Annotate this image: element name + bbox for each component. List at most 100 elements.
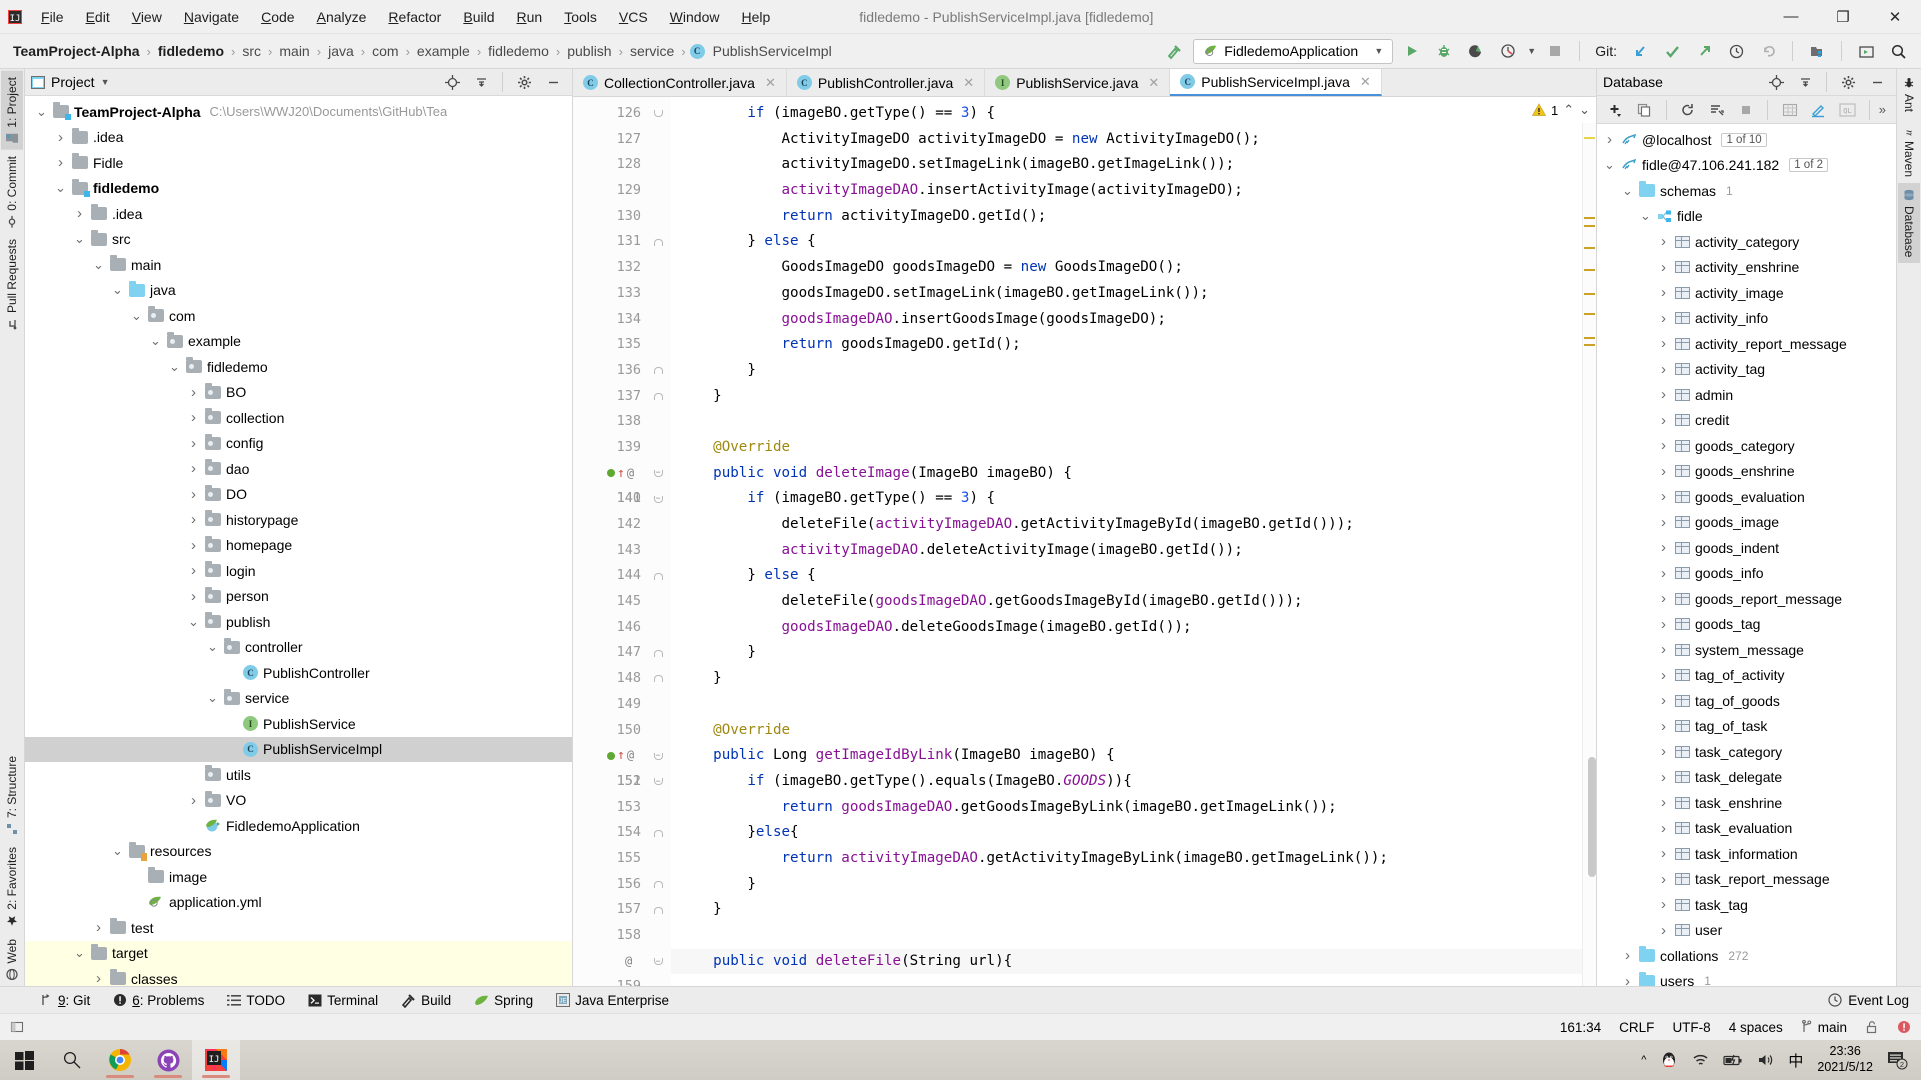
code-line[interactable]: if (imageBO.getType() == 3) { — [671, 486, 1582, 512]
menu-refactor[interactable]: Refactor — [377, 5, 452, 29]
qq-penguin-icon[interactable] — [1660, 1051, 1678, 1069]
fold-marker-slot[interactable] — [645, 384, 671, 410]
line-number[interactable]: 133 — [573, 281, 645, 307]
project-tree-item-application-yml[interactable]: application.yml — [25, 890, 572, 916]
git-update-button[interactable] — [1627, 38, 1653, 64]
bottom-tab-todo[interactable]: TODO — [217, 990, 295, 1011]
chevron-down-icon[interactable]: ⌄ — [206, 691, 219, 704]
fold-end-icon[interactable] — [653, 906, 663, 914]
project-tree-item-fidle[interactable]: › Fidle — [25, 150, 572, 176]
chevron-right-icon[interactable]: › — [1657, 514, 1670, 531]
menu-code[interactable]: Code — [250, 5, 305, 29]
sidebar-tab-web[interactable]: Web — [1, 933, 23, 986]
fold-marker-slot[interactable] — [645, 538, 671, 564]
menu-view[interactable]: View — [121, 5, 173, 29]
code-line[interactable]: public void deleteImage(ImageBO imageBO)… — [671, 461, 1582, 487]
database-tree-item-collations[interactable]: › collations 272 — [1597, 943, 1896, 969]
project-tree-item-example[interactable]: ⌄ example — [25, 329, 572, 355]
code-content[interactable]: if (imageBO.getType() == 3) { ActivityIm… — [671, 97, 1582, 986]
code-line[interactable]: goodsImageDO.setImageLink(imageBO.getIma… — [671, 281, 1582, 307]
annotation-gutter-icon[interactable]: @ — [627, 461, 634, 487]
chevron-down-icon[interactable]: ⌄ — [206, 640, 219, 653]
fold-marker-slot[interactable] — [645, 872, 671, 898]
fold-marker-slot[interactable] — [645, 795, 671, 821]
chevron-right-icon[interactable]: › — [1657, 437, 1670, 454]
database-tree-item-activity-enshrine[interactable]: › activity_enshrine — [1597, 255, 1896, 281]
gear-icon[interactable] — [511, 69, 537, 95]
line-number[interactable]: 146 — [573, 615, 645, 641]
git-branch-widget[interactable]: main — [1801, 1020, 1847, 1035]
search-taskbar-button[interactable] — [48, 1040, 96, 1080]
fold-marker-slot[interactable] — [645, 897, 671, 923]
menu-window[interactable]: Window — [659, 5, 731, 29]
git-commit-button[interactable] — [1659, 38, 1685, 64]
project-tree-item-publish[interactable]: ⌄ publish — [25, 609, 572, 635]
line-number[interactable]: 137 — [573, 384, 645, 410]
volume-icon[interactable] — [1757, 1053, 1774, 1067]
project-tree-item-com[interactable]: ⌄ com — [25, 303, 572, 329]
collapse-all-icon[interactable] — [1792, 69, 1818, 95]
indent-setting[interactable]: 4 spaces — [1729, 1020, 1783, 1035]
project-tree-item-utils[interactable]: utils — [25, 762, 572, 788]
taskbar-clock[interactable]: 23:36 2021/5/12 — [1817, 1044, 1873, 1075]
line-number[interactable]: 131 — [573, 229, 645, 255]
more-icon[interactable]: » — [1879, 102, 1890, 117]
code-line[interactable]: goodsImageDAO.deleteGoodsImage(imageBO.g… — [671, 615, 1582, 641]
chevron-right-icon[interactable]: › — [1657, 667, 1670, 684]
sidebar-tab-pull-requests[interactable]: Pull Requests — [1, 233, 23, 336]
line-number[interactable]: 158 — [573, 923, 645, 949]
menu-navigate[interactable]: Navigate — [173, 5, 250, 29]
fold-marker-slot[interactable] — [645, 332, 671, 358]
line-number[interactable]: 141 — [573, 486, 645, 512]
sync-icon[interactable] — [1705, 97, 1730, 123]
database-tree-item-task-report-message[interactable]: › task_report_message — [1597, 867, 1896, 893]
editor-tab-publishservice[interactable]: I PublishService.java ✕ — [985, 69, 1171, 96]
line-number[interactable]: 127 — [573, 127, 645, 153]
fold-marker-slot[interactable]: − — [645, 743, 671, 769]
fold-marker-slot[interactable] — [645, 229, 671, 255]
breadcrumb-item-service[interactable]: service — [627, 43, 677, 59]
chevron-right-icon[interactable]: › — [187, 792, 200, 809]
build-hammer-button[interactable] — [1161, 38, 1187, 64]
line-number[interactable]: 154 — [573, 820, 645, 846]
chevron-down-icon[interactable]: ⌄ — [130, 309, 143, 322]
refresh-icon[interactable] — [1676, 97, 1701, 123]
fold-end-icon[interactable] — [653, 392, 663, 400]
line-number[interactable]: 150 — [573, 718, 645, 744]
line-number-gutter[interactable]: 126 127 128 129 130 131 132 133 134 135 136 137 138 1… — [573, 97, 645, 986]
chevron-right-icon[interactable]: › — [187, 460, 200, 477]
database-tree-item-fidle-47-106-241-182[interactable]: ⌄ fidle@47.106.241.182 1 of 2 — [1597, 153, 1896, 179]
git-push-button[interactable] — [1691, 38, 1717, 64]
project-tree-item-src[interactable]: ⌄ src — [25, 227, 572, 253]
code-line[interactable]: return activityImageDAO.getActivityImage… — [671, 846, 1582, 872]
database-tree-item-task-enshrine[interactable]: › task_enshrine — [1597, 790, 1896, 816]
fold-marker-slot[interactable] — [645, 281, 671, 307]
chevron-right-icon[interactable]: › — [1603, 131, 1616, 148]
bottom-tab-6-problems[interactable]: 6: Problems — [103, 990, 214, 1011]
fold-collapse-icon[interactable]: − — [653, 776, 663, 786]
chevron-down-icon[interactable]: ⌄ — [187, 615, 200, 628]
code-line[interactable]: } — [671, 358, 1582, 384]
database-tree-item-fidle[interactable]: ⌄ fidle — [1597, 204, 1896, 230]
database-tree-item-task-tag[interactable]: › task_tag — [1597, 892, 1896, 918]
database-tree-item-goods-indent[interactable]: › goods_indent — [1597, 535, 1896, 561]
next-problem-icon[interactable]: ⌄ — [1579, 102, 1590, 118]
run-with-coverage-button[interactable] — [1463, 38, 1489, 64]
chevron-right-icon[interactable]: › — [1657, 488, 1670, 505]
project-structure-button[interactable] — [1804, 38, 1830, 64]
bottom-tab-terminal[interactable]: Terminal — [298, 990, 388, 1011]
project-tree-item-main[interactable]: ⌄ main — [25, 252, 572, 278]
database-tree-item-task-information[interactable]: › task_information — [1597, 841, 1896, 867]
wifi-icon[interactable] — [1692, 1053, 1709, 1067]
editor-tab-publishserviceimpl[interactable]: C PublishServiceImpl.java ✕ — [1170, 69, 1382, 96]
chevron-right-icon[interactable]: › — [187, 486, 200, 503]
bottom-tab-9-git[interactable]: 9: Git — [30, 990, 100, 1011]
copy-icon[interactable] — [1632, 97, 1657, 123]
fold-marker-slot[interactable] — [645, 666, 671, 692]
hide-panel-icon[interactable] — [1864, 69, 1890, 95]
implements-arrow-icon[interactable]: ↑ — [617, 461, 625, 487]
run-anything-button[interactable] — [1853, 38, 1879, 64]
fold-collapse-icon[interactable]: − — [653, 468, 663, 477]
database-tree-item-activity-report-message[interactable]: › activity_report_message — [1597, 331, 1896, 357]
chevron-down-icon[interactable]: ⌄ — [168, 360, 181, 373]
